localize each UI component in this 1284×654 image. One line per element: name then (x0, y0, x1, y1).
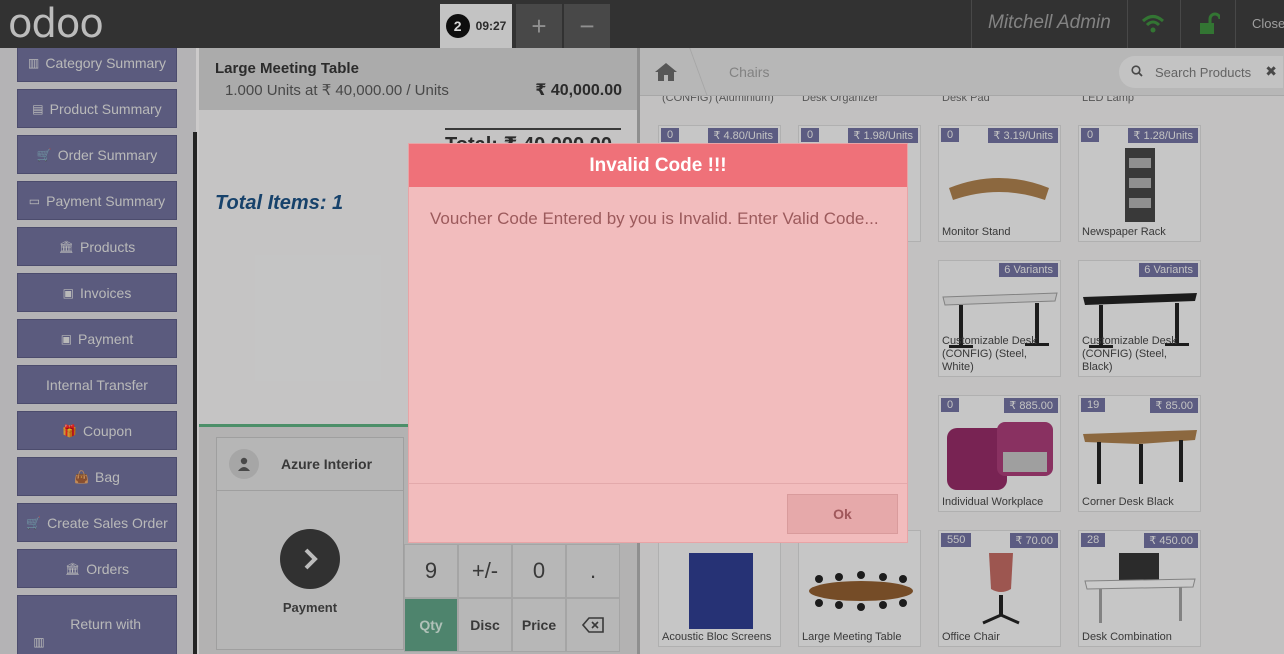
ok-button[interactable]: Ok (787, 494, 898, 534)
dialog-footer (409, 483, 907, 484)
dialog-title: Invalid Code !!! (409, 144, 907, 187)
dialog-message: Voucher Code Entered by you is Invalid. … (430, 209, 879, 228)
invalid-code-dialog: Invalid Code !!! Voucher Code Entered by… (408, 143, 908, 543)
